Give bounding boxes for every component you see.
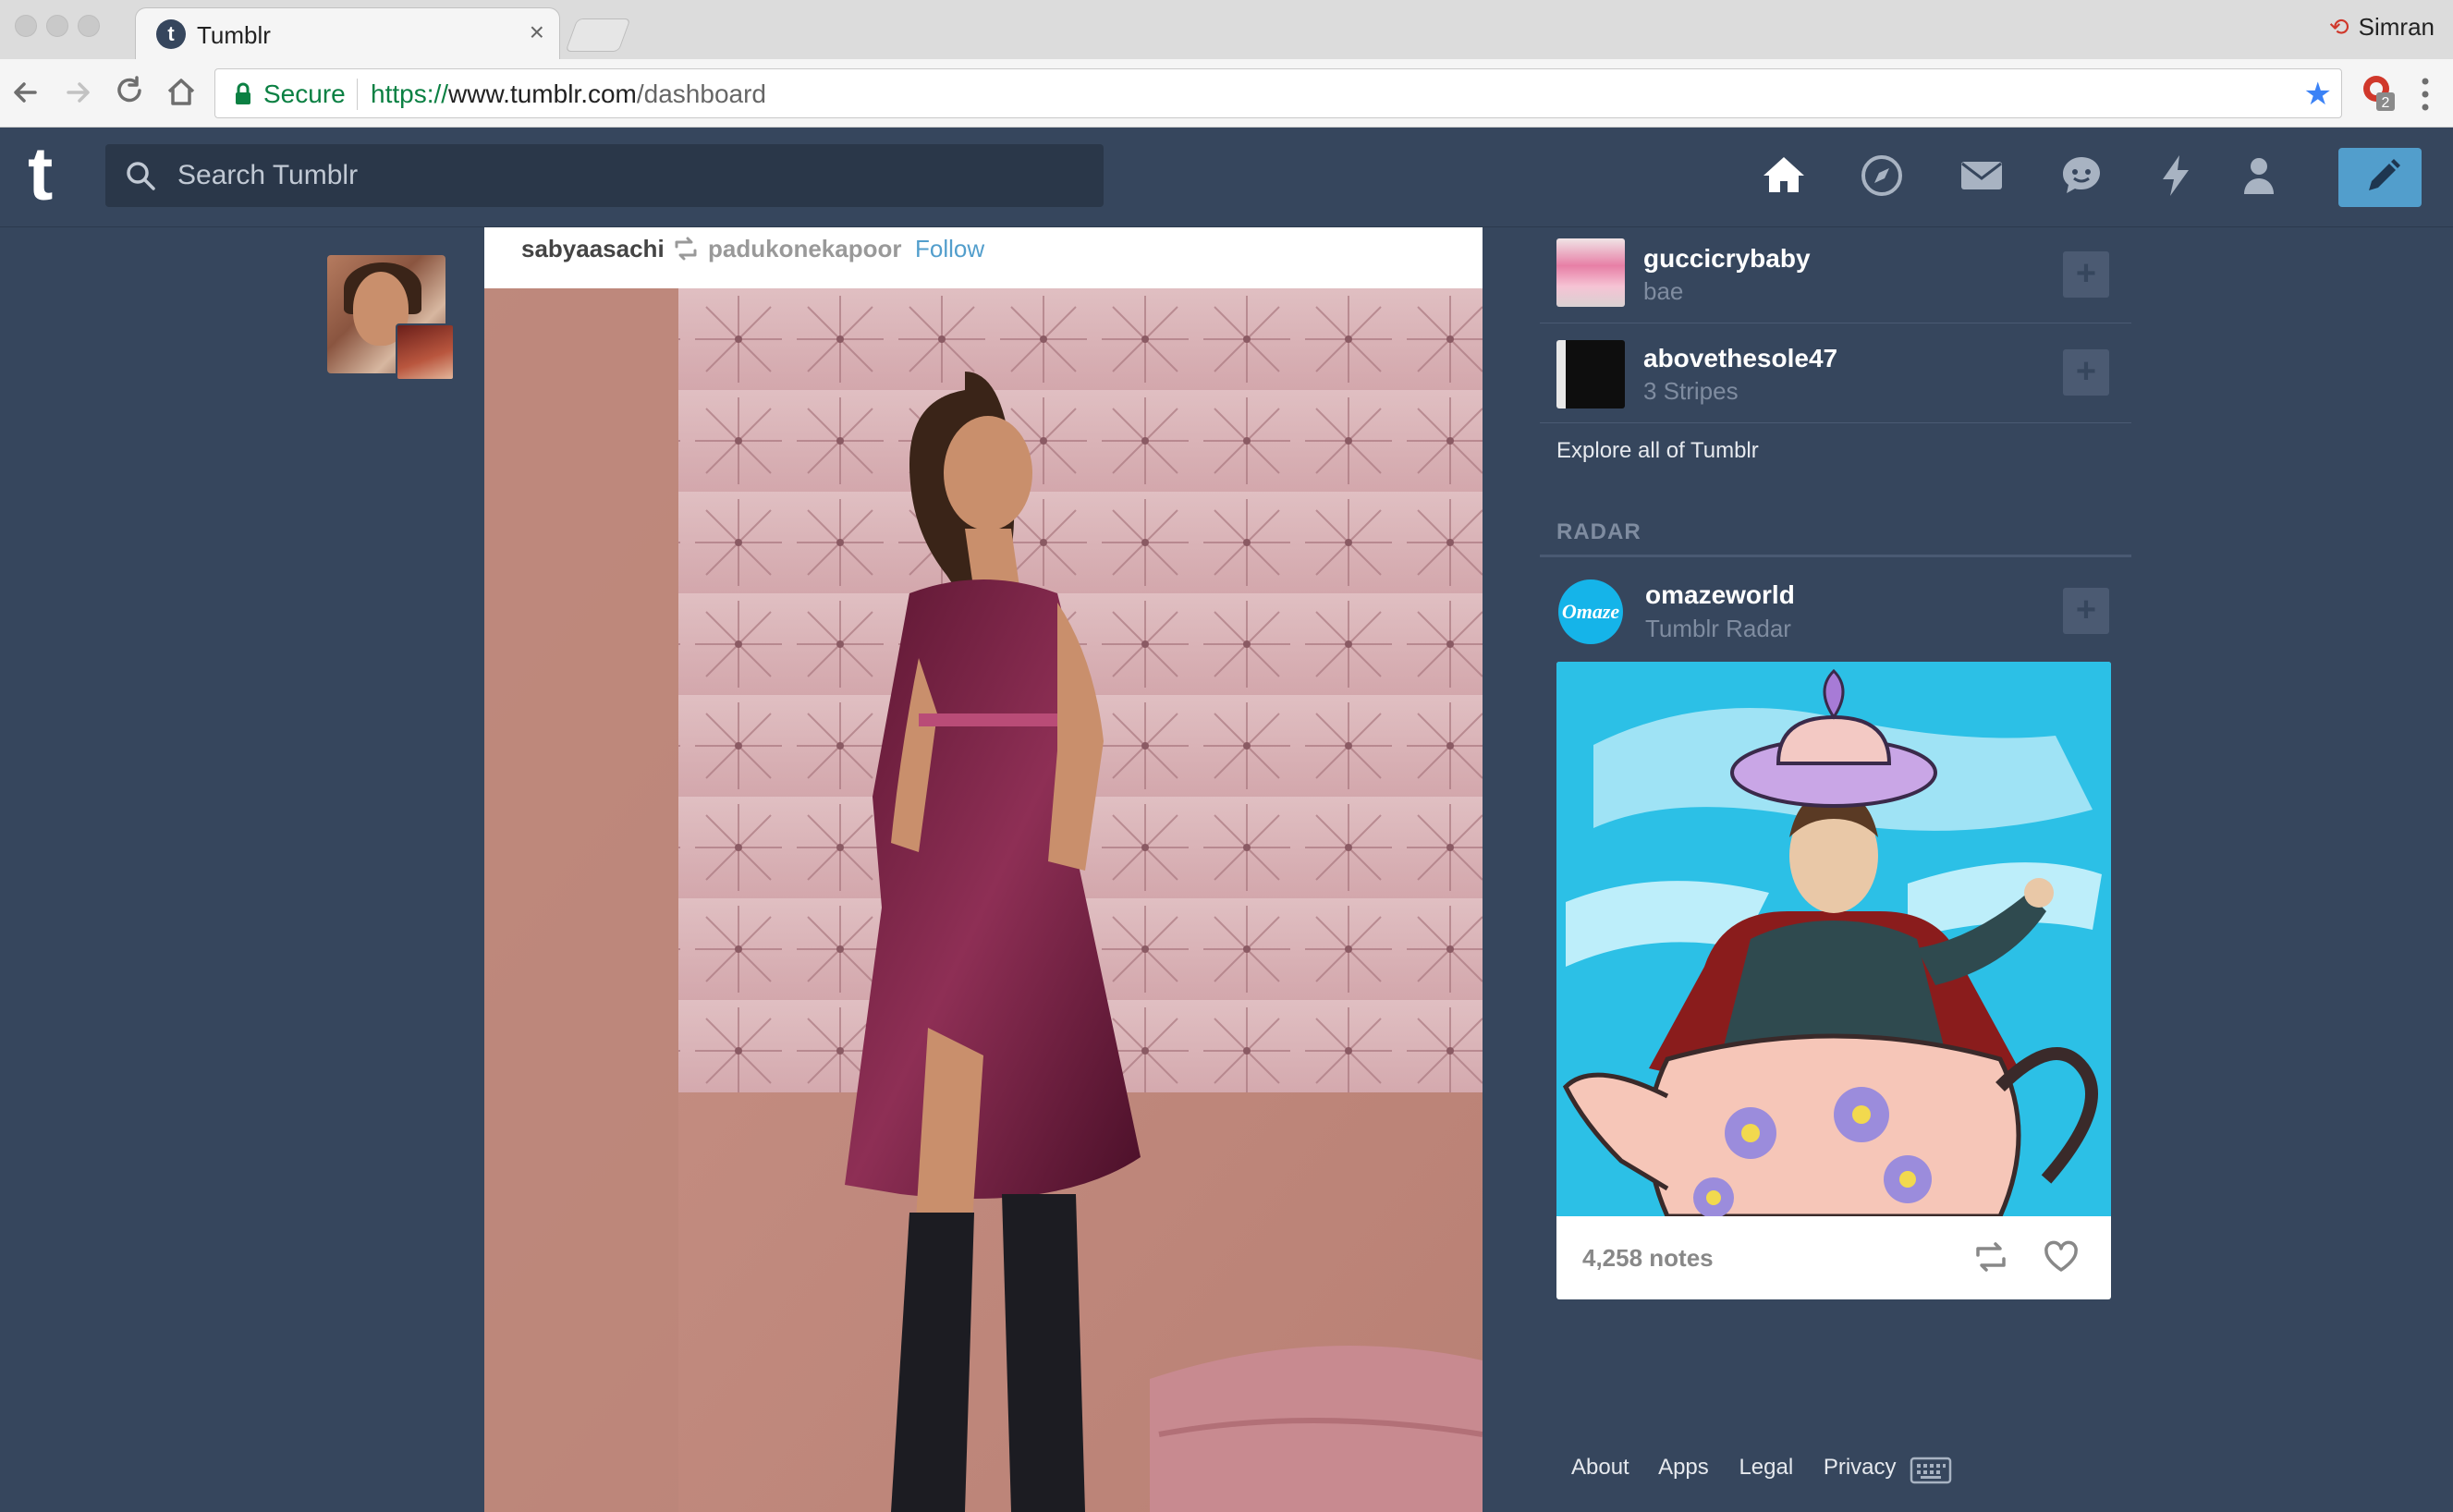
account-icon[interactable] [2231, 148, 2287, 203]
radar-post-footer: 4,258 notes [1556, 1216, 2111, 1299]
radar-post-card[interactable]: 4,258 notes [1556, 662, 2111, 1299]
url-text[interactable]: https://www.tumblr.com/dashboard [371, 79, 766, 109]
dashboard-post: sabyaasachi padukonekapoor Follow [484, 227, 1483, 1512]
extension-badge: 2 [2382, 95, 2390, 111]
footer-privacy-link[interactable]: Privacy [1824, 1455, 1897, 1480]
compose-icon [2369, 159, 2400, 190]
recommended-blog-row[interactable]: guccicrybaby bae + [1540, 224, 2131, 323]
window-close-button[interactable] [15, 15, 37, 37]
blog-thumbnail[interactable] [1556, 238, 1625, 307]
footer-apps-link[interactable]: Apps [1658, 1455, 1709, 1480]
keyboard-shortcuts-icon[interactable] [1910, 1457, 1952, 1484]
search-input[interactable] [176, 144, 1081, 207]
profile-name: Simran [2358, 13, 2435, 41]
post-image [484, 288, 1483, 1512]
tumblr-header: t [0, 128, 2453, 227]
tumblr-favicon-icon: t [156, 19, 186, 49]
reload-icon[interactable] [111, 74, 148, 111]
blog-thumbnail[interactable] [1556, 340, 1625, 408]
radar-blog-subtitle: Tumblr Radar [1645, 615, 1791, 642]
lock-icon [236, 82, 250, 104]
browser-menu-icon[interactable] [2420, 76, 2431, 113]
explore-icon[interactable] [1854, 148, 1910, 203]
post-header: sabyaasachi padukonekapoor Follow [484, 227, 1483, 288]
tumblr-logo[interactable]: t [28, 137, 53, 213]
radar-illustration [1556, 662, 2111, 1219]
home-icon[interactable] [1756, 148, 1812, 203]
footer-links: About Apps Legal Privacy [1571, 1455, 1921, 1481]
post-avatar[interactable] [327, 255, 455, 381]
activity-icon[interactable] [2148, 148, 2203, 203]
footer-legal-link[interactable]: Legal [1739, 1455, 1793, 1480]
tab-close-icon[interactable]: × [530, 18, 544, 47]
blog-name[interactable]: abovethesole47 [1643, 344, 1837, 373]
blog-subtitle: 3 Stripes [1643, 377, 1739, 405]
radar-blog-name[interactable]: omazeworld [1645, 580, 1795, 610]
radar-post-image[interactable] [1556, 662, 2111, 1219]
forward-arrow-icon[interactable] [59, 74, 96, 111]
compose-button[interactable] [2338, 148, 2422, 207]
browser-tab[interactable]: t Tumblr × [135, 7, 560, 61]
url-path: /dashboard [636, 79, 766, 108]
radar-follow-plus-icon[interactable]: + [2063, 588, 2109, 634]
notes-count[interactable]: 4,258 notes [1582, 1244, 1714, 1273]
follow-plus-icon[interactable]: + [2063, 251, 2109, 298]
search-box[interactable] [105, 144, 1104, 207]
browser-tab-bar: t Tumblr × ⟲ Simran [0, 0, 2453, 61]
secure-label: Secure [263, 79, 346, 108]
messaging-icon[interactable] [2054, 148, 2109, 203]
address-bar[interactable]: Secure https://www.tumblr.com/dashboard … [214, 68, 2342, 118]
bookmark-star-icon[interactable]: ★ [2304, 79, 2332, 110]
reblog-icon[interactable] [1972, 1240, 2009, 1274]
browser-toolbar: Secure https://www.tumblr.com/dashboard … [0, 59, 2453, 128]
tab-title: Tumblr [197, 21, 271, 49]
reblog-icon [675, 237, 697, 261]
inbox-icon[interactable] [1954, 148, 2009, 203]
window-zoom-button[interactable] [78, 15, 100, 37]
radar-blog-avatar[interactable]: Omaze [1558, 579, 1623, 644]
post-source-link[interactable]: padukonekapoor [708, 235, 901, 263]
post-author-link[interactable]: sabyaasachi [521, 235, 665, 263]
blog-name[interactable]: guccicrybaby [1643, 244, 1811, 274]
footer-about-link[interactable]: About [1571, 1455, 1629, 1480]
window-minimize-button[interactable] [46, 15, 68, 37]
blog-subtitle: bae [1643, 277, 1684, 305]
radar-divider [1540, 555, 2131, 557]
reblog-source-avatar[interactable] [396, 323, 455, 381]
radar-heading: RADAR [1556, 519, 1641, 544]
back-arrow-icon[interactable] [7, 74, 44, 111]
search-icon [127, 162, 155, 190]
post-photo[interactable] [484, 288, 1483, 1512]
follow-button[interactable]: Follow [915, 235, 984, 263]
home-browser-icon[interactable] [163, 74, 200, 111]
url-host: www.tumblr.com [448, 79, 637, 108]
profile-sync-icon: ⟲ [2328, 13, 2349, 41]
heart-icon[interactable] [2043, 1240, 2080, 1274]
extension-icon[interactable]: 2 [2361, 74, 2397, 113]
url-scheme: https:// [371, 79, 449, 108]
new-tab-button[interactable] [565, 18, 631, 52]
url-divider [357, 79, 358, 110]
recommended-blog-row[interactable]: abovethesole47 3 Stripes + [1540, 323, 2131, 423]
follow-plus-icon[interactable]: + [2063, 349, 2109, 396]
profile-button[interactable]: ⟲ Simran [2329, 13, 2435, 42]
explore-link[interactable]: Explore all of Tumblr [1556, 438, 1759, 464]
